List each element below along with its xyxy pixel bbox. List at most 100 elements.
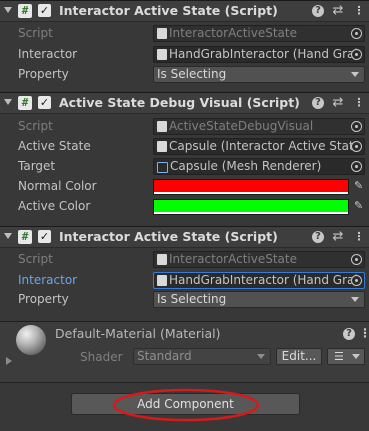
eyedropper-icon[interactable]: ✎ [354, 199, 366, 213]
script-asset-icon [157, 121, 167, 132]
context-menu-icon[interactable]: ⋮ [352, 96, 366, 110]
script-value: ActiveStateDebugVisual [169, 119, 314, 133]
script-field[interactable]: InteractorActiveState [153, 25, 365, 42]
help-icon[interactable]: ? [312, 97, 324, 109]
foldout-arrow-icon[interactable] [4, 233, 12, 239]
script-asset-icon [157, 254, 167, 265]
chevron-down-icon [352, 354, 360, 359]
preset-icon[interactable]: ⇄ [331, 230, 345, 244]
material-section: Default-Material (Material) ? ⋮ Shader S… [0, 321, 369, 382]
object-picker-icon[interactable] [351, 28, 362, 39]
preset-icon[interactable]: ⇄ [331, 4, 345, 18]
help-icon[interactable]: ? [312, 231, 324, 243]
component-title: Active State Debug Visual (Script) [59, 95, 300, 110]
object-picker-icon[interactable] [351, 141, 362, 152]
interactor-label: Interactor [18, 273, 78, 287]
script-label: Script [18, 26, 53, 40]
component-title: Interactor Active State (Script) [59, 3, 278, 18]
active-state-value: Capsule (Interactor Active State [169, 139, 362, 153]
script-icon: # [18, 230, 32, 244]
foldout-arrow-icon[interactable] [6, 357, 12, 365]
target-row: Target Capsule (Mesh Renderer) [0, 157, 369, 177]
shader-options-button[interactable]: ☰ [327, 348, 365, 365]
list-icon: ☰ [334, 350, 344, 363]
script-label: Script [18, 252, 53, 266]
divider [0, 382, 369, 383]
script-field[interactable]: ActiveStateDebugVisual [153, 118, 365, 135]
property-value: Is Selecting [157, 292, 227, 306]
target-field[interactable]: Capsule (Mesh Renderer) [153, 158, 365, 175]
property-label: Property [18, 67, 69, 81]
context-menu-icon[interactable]: ⋮ [352, 230, 366, 244]
object-picker-icon[interactable] [351, 254, 362, 265]
component-header-interactor-active-state-2[interactable]: # ✓ Interactor Active State (Script) ? ⇄… [0, 226, 369, 248]
chevron-down-icon [351, 72, 359, 77]
add-component-button[interactable]: Add Component [71, 393, 300, 415]
material-preview-sphere [16, 325, 46, 355]
preset-icon[interactable]: ⇄ [331, 96, 345, 110]
object-picker-icon[interactable] [351, 49, 362, 60]
shader-label: Shader [80, 350, 123, 364]
normal-color-row: Normal Color ✎ [0, 177, 369, 197]
target-label: Target [18, 159, 56, 173]
script-label: Script [18, 119, 53, 133]
active-color-row: Active Color ✎ [0, 197, 369, 217]
script-row: Script InteractorActiveState [0, 250, 369, 270]
script-value: InteractorActiveState [169, 252, 297, 266]
property-dropdown[interactable]: Is Selecting [153, 66, 365, 83]
interactor-field[interactable]: HandGrabInteractor (Hand Grab [153, 272, 365, 289]
interactor-label: Interactor [18, 47, 78, 61]
active-state-field[interactable]: Capsule (Interactor Active State [153, 138, 365, 155]
active-color-swatch[interactable] [153, 199, 349, 215]
object-picker-icon[interactable] [351, 161, 362, 172]
property-dropdown[interactable]: Is Selecting [153, 291, 365, 308]
context-menu-icon[interactable]: ⋮ [352, 4, 366, 18]
object-picker-icon[interactable] [351, 275, 362, 286]
script-icon: # [18, 4, 32, 18]
script-asset-icon [157, 28, 167, 39]
normal-color-swatch[interactable] [153, 179, 349, 195]
property-row: Property Is Selecting [0, 290, 369, 310]
chevron-down-icon [257, 354, 265, 359]
property-row: Property Is Selecting [0, 65, 369, 85]
script-icon: # [18, 96, 32, 110]
script-value: InteractorActiveState [169, 26, 297, 40]
active-color-label: Active Color [18, 199, 91, 213]
enable-checkbox[interactable]: ✓ [38, 4, 51, 17]
component-header-active-state-debug-visual[interactable]: # ✓ Active State Debug Visual (Script) ?… [0, 92, 369, 114]
foldout-arrow-icon[interactable] [4, 7, 12, 13]
interactor-row: Interactor HandGrabInteractor (Hand Grab [0, 271, 369, 291]
foldout-arrow-icon[interactable] [4, 99, 12, 105]
enable-checkbox[interactable]: ✓ [38, 96, 51, 109]
component-title: Interactor Active State (Script) [59, 229, 278, 244]
context-menu-icon[interactable]: ⋮ [359, 326, 369, 340]
enable-checkbox[interactable]: ✓ [38, 230, 51, 243]
shader-dropdown[interactable]: Standard [133, 348, 271, 365]
interactor-value: HandGrabInteractor (Hand Grab [169, 47, 363, 61]
mesh-renderer-icon [157, 162, 168, 173]
target-value: Capsule (Mesh Renderer) [170, 159, 322, 173]
script-row: Script InteractorActiveState [0, 24, 369, 44]
help-icon[interactable]: ? [343, 328, 355, 340]
interactor-field[interactable]: HandGrabInteractor (Hand Grab [153, 46, 365, 63]
active-state-label: Active State [18, 139, 91, 153]
shader-value: Standard [137, 349, 192, 363]
interactor-value: HandGrabInteractor (Hand Grab [169, 273, 363, 287]
script-field[interactable]: InteractorActiveState [153, 251, 365, 268]
property-value: Is Selecting [157, 67, 227, 81]
alpha-bar [154, 192, 348, 194]
object-picker-icon[interactable] [351, 121, 362, 132]
eyedropper-icon[interactable]: ✎ [354, 179, 366, 193]
component-reference-icon [157, 141, 167, 152]
component-header-interactor-active-state-1[interactable]: # ✓ Interactor Active State (Script) ? ⇄… [0, 0, 369, 22]
component-reference-icon [157, 275, 167, 286]
alpha-bar [154, 212, 348, 214]
edit-shader-button[interactable]: Edit... [276, 348, 322, 365]
interactor-row: Interactor HandGrabInteractor (Hand Grab [0, 45, 369, 65]
script-row: Script ActiveStateDebugVisual [0, 117, 369, 137]
material-title: Default-Material (Material) [55, 326, 221, 341]
property-label: Property [18, 292, 69, 306]
active-state-row: Active State Capsule (Interactor Active … [0, 137, 369, 157]
normal-color-label: Normal Color [18, 179, 97, 193]
help-icon[interactable]: ? [312, 5, 324, 17]
